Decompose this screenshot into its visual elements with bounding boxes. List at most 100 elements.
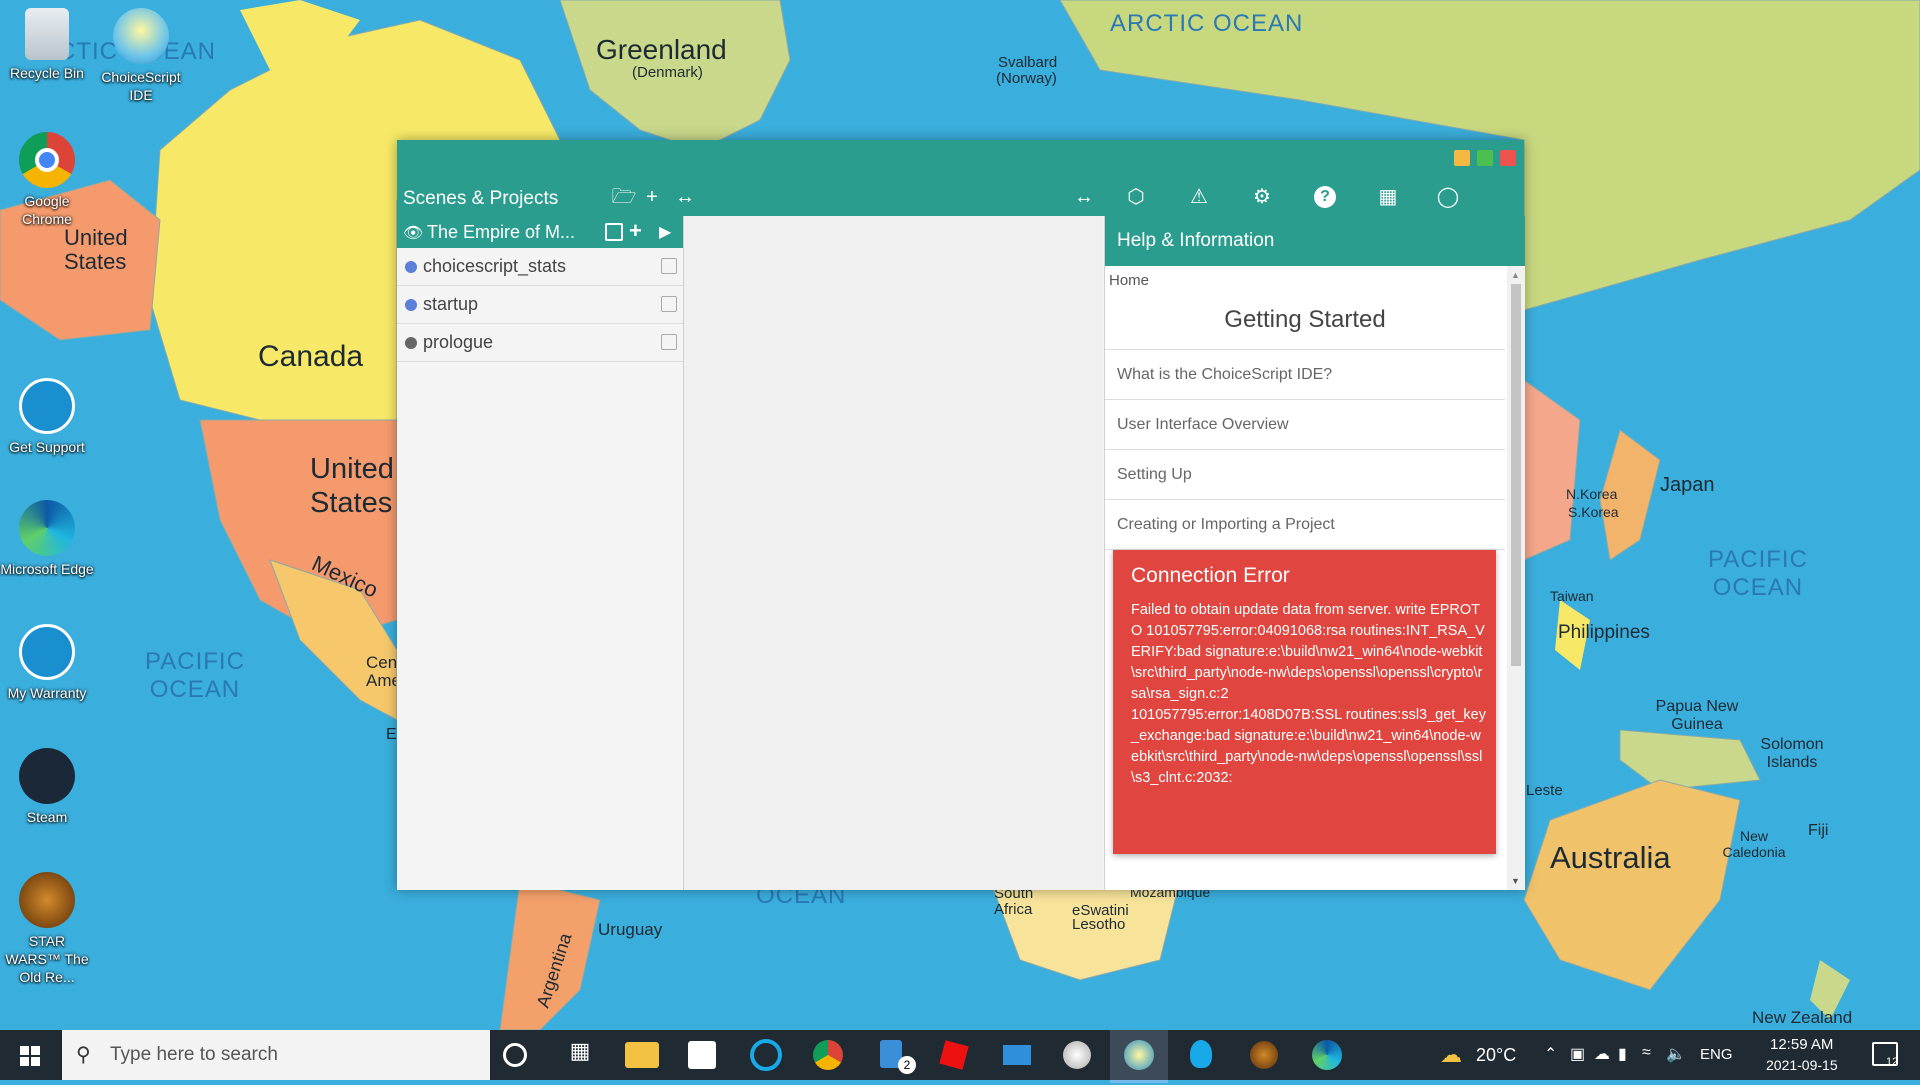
help-link-ui-overview[interactable]: User Interface Overview [1105,400,1505,450]
connection-error-notification[interactable]: Connection Error Failed to obtain update… [1113,550,1496,854]
desktop-icon-google-chrome[interactable]: Google Chrome [0,132,94,228]
bulb-icon[interactable] [1190,1040,1212,1068]
paint-icon[interactable] [1063,1041,1091,1069]
map-label-uruguay: Uruguay [598,920,663,939]
desktop-icon-recycle-bin[interactable]: Recycle Bin [0,8,94,82]
desktop-icon-microsoft-edge[interactable]: Microsoft Edge [0,500,94,578]
window-titlebar[interactable] [397,140,1524,178]
taskbar: ⚲ Type here to search ▦ 2 ☁ 20°C ⌃ ▣ ☁ ▮… [0,1030,1920,1083]
map-label-canada: Canada [258,340,364,373]
chrome-icon[interactable] [813,1040,843,1070]
battery-icon[interactable]: ▮ [1618,1044,1627,1064]
lightbulb-icon[interactable]: ◯ [1435,184,1461,210]
map-label-new-zealand: New Zealand [1752,1008,1853,1027]
store-icon[interactable] [688,1041,716,1069]
minimize-button[interactable] [1454,150,1470,166]
desktop-icon-my-warranty[interactable]: My Warranty [0,624,94,702]
map-label-solomon: Solomon Islands [1760,736,1824,771]
mail-icon[interactable] [1003,1045,1031,1065]
close-button[interactable] [1500,150,1516,166]
desktop-icon-choicescript-ide[interactable]: ChoiceScript IDE [94,8,188,104]
onedrive-icon[interactable]: ☁ [1594,1044,1610,1064]
weather-icon[interactable]: ☁ [1440,1042,1462,1068]
map-label-norway: (Norway) [996,70,1057,87]
help-header: Help & Information [1105,216,1525,266]
help-icon[interactable]: ? [1312,184,1338,210]
swtor-icon[interactable] [1250,1041,1278,1069]
plus-icon[interactable]: + [639,184,665,210]
save-icon[interactable] [661,296,677,312]
recycle-bin-icon [25,8,69,60]
scroll-up-icon[interactable]: ▲ [1511,270,1520,280]
help-link-setting-up[interactable]: Setting Up [1105,450,1505,500]
map-label-japan: Japan [1660,474,1715,496]
scroll-down-icon[interactable]: ▼ [1511,876,1520,886]
book-icon[interactable]: ▦ [1375,184,1401,210]
help-link-what-is[interactable]: What is the ChoiceScript IDE? [1105,350,1505,400]
language-indicator[interactable]: ENG [1700,1046,1733,1063]
cortana-ring-icon[interactable] [750,1039,782,1071]
file-explorer-icon[interactable] [625,1042,659,1068]
scene-row[interactable]: startup [397,286,683,324]
expand-horizontal-icon[interactable]: ↔ [1071,184,1097,210]
map-label-svalbard: Svalbard [998,54,1058,71]
scene-status-dot [405,299,417,311]
scene-row[interactable]: choicescript_stats [397,248,683,286]
map-label-pacific-ocean-left: PACIFIC OCEAN [145,648,245,703]
editor-area[interactable] [684,216,1102,890]
map-label-denmark: (Denmark) [632,64,703,81]
scenes-panel: 👁 The Empire of M... + ▶ choicescript_st… [397,216,684,890]
desktop-icon-label: ChoiceScript IDE [101,69,181,103]
choicescript-taskbar-button[interactable] [1110,1030,1168,1083]
scene-name: startup [423,294,479,314]
desktop-icon-label: Recycle Bin [10,65,84,81]
expand-horizontal-icon[interactable]: ↔ [672,184,698,210]
files-badge: 2 [898,1056,916,1074]
taskbar-search[interactable]: ⚲ Type here to search [62,1030,490,1080]
support-icon [19,378,75,434]
warning-icon[interactable]: ⚠ [1186,184,1212,210]
help-scrollbar[interactable]: ▲ ▼ [1507,266,1525,890]
save-icon[interactable] [661,258,677,274]
error-message: Failed to obtain update data from server… [1131,602,1486,786]
shield-icon [19,624,75,680]
start-button[interactable] [0,1030,60,1080]
clock-time[interactable]: 12:59 AM [1770,1036,1833,1053]
wifi-icon[interactable]: ≈ [1642,1044,1651,1062]
cortana-icon[interactable] [503,1043,527,1067]
desktop-icon-label: Get Support [9,439,85,455]
save-icon[interactable] [605,223,623,241]
play-icon[interactable]: ▶ [659,222,671,242]
notification-count: 12 [1886,1056,1899,1068]
scrollbar-thumb[interactable] [1511,284,1521,666]
map-label-taiwan: Taiwan [1550,588,1594,604]
red-app-icon[interactable] [939,1040,969,1070]
folder-open-icon[interactable]: 🗁 [611,184,637,210]
weather-temperature[interactable]: 20°C [1476,1045,1516,1066]
volume-icon[interactable]: 🔈 [1666,1044,1686,1064]
chevron-up-icon[interactable]: ⌃ [1544,1044,1557,1064]
maximize-button[interactable] [1477,150,1493,166]
edge-icon[interactable] [1312,1040,1342,1070]
map-label-pacific-ocean-right: PACIFIC OCEAN [1708,546,1808,601]
help-breadcrumb-home[interactable]: Home [1105,266,1505,295]
desktop-icon-label: Microsoft Edge [0,561,94,577]
cube-icon[interactable]: ⬡ [1123,184,1149,210]
project-row[interactable]: 👁 The Empire of M... + ▶ [397,216,683,248]
gear-icon[interactable]: ⚙ [1249,184,1275,210]
task-view-icon[interactable]: ▦ [563,1038,597,1072]
scene-status-dot [405,337,417,349]
desktop-icon-steam[interactable]: Steam [0,748,94,826]
scenes-projects-title: Scenes & Projects [403,188,559,209]
main-toolbar: Scenes & Projects 🗁 + ↔ ↔ ⬡ ⚠ ⚙ ? ▦ ◯ [397,178,1524,216]
clock-date[interactable]: 2021-09-15 [1766,1057,1838,1073]
device-icon[interactable]: ▣ [1570,1044,1585,1064]
help-link-creating-project[interactable]: Creating or Importing a Project [1105,500,1505,550]
desktop-icon-get-support[interactable]: Get Support [0,378,94,456]
map-label-united-states-2: United States [310,453,394,519]
eye-icon[interactable]: 👁 [403,223,423,243]
save-icon[interactable] [661,334,677,350]
plus-icon[interactable]: + [629,218,642,244]
scene-row[interactable]: prologue [397,324,683,362]
desktop-icon-star-wars[interactable]: STAR WARS™ The Old Re... [0,872,94,986]
